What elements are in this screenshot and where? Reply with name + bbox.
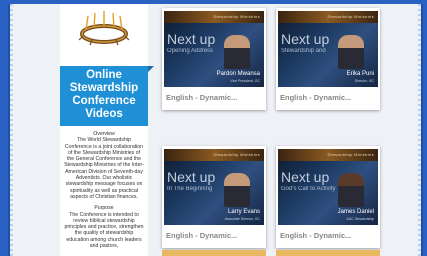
video-subtitle: Opening Address xyxy=(167,48,214,54)
conference-title-banner: Online Stewardship Conference Videos xyxy=(60,66,154,126)
speaker-photo xyxy=(338,35,364,69)
speaker-photo xyxy=(224,173,250,207)
sidebar-description: Overview The World Stewardship Conferenc… xyxy=(64,131,144,254)
purpose-text: The Conference is intended to review bib… xyxy=(64,211,144,250)
speaker-name: Larry Evans xyxy=(227,209,260,215)
purpose-heading: Purpose xyxy=(94,205,114,212)
video-caption-link[interactable]: English - Dynamic... xyxy=(280,93,351,102)
speaker-name: Pardon Mwansa xyxy=(216,71,260,77)
overview-heading: Overview xyxy=(93,131,115,137)
video-subtitle: Stewardship and xyxy=(281,48,326,54)
thumbnail-brand: Stewardship Ministries xyxy=(213,152,260,157)
speaker-name: James Daniel xyxy=(337,209,374,215)
video-thumbnail[interactable]: Stewardship Ministries Next up In The Be… xyxy=(164,149,264,225)
video-card-2[interactable]: Stewardship Ministries Next up Stewardsh… xyxy=(276,8,380,110)
video-thumbnail[interactable]: Stewardship Ministries Next up Opening A… xyxy=(164,11,264,87)
next-up-label: Next up xyxy=(281,31,330,47)
thumbnail-brand: Stewardship Ministries xyxy=(213,14,260,19)
video-card-4[interactable]: Stewardship Ministries Next up God's Cal… xyxy=(276,146,380,248)
banner-line-4: Videos xyxy=(85,108,123,120)
video-caption-link[interactable]: English - Dynamic... xyxy=(166,231,237,240)
video-caption-link[interactable]: English - Dynamic... xyxy=(166,93,237,102)
thumbnail-brand: Stewardship Ministries xyxy=(327,152,374,157)
video-caption-link[interactable]: English - Dynamic... xyxy=(280,231,351,240)
left-border-decoration xyxy=(10,4,13,256)
video-card-3[interactable]: Stewardship Ministries Next up In The Be… xyxy=(162,146,266,248)
overview-text: The World Stewardship Conference is a jo… xyxy=(64,137,144,200)
video-subtitle: In The Beginning xyxy=(167,186,213,192)
video-card-5-partial[interactable] xyxy=(162,250,266,256)
video-subtitle: God's Call to Activity xyxy=(281,186,336,192)
video-card-1[interactable]: Stewardship Ministries Next up Opening A… xyxy=(162,8,266,110)
crown-of-thorns-logo xyxy=(78,11,130,46)
banner-line-3: Conference xyxy=(72,95,136,107)
speaker-role: AUC Stewardship xyxy=(346,217,374,221)
next-up-label: Next up xyxy=(167,31,216,47)
thumbnail-brand: Stewardship Ministries xyxy=(327,14,374,19)
next-up-label: Next up xyxy=(167,169,216,185)
sidebar: Online Stewardship Conference Videos Ove… xyxy=(60,4,154,256)
speaker-name: Erika Puni xyxy=(346,71,374,77)
speaker-photo xyxy=(338,173,364,207)
video-thumbnail[interactable]: Stewardship Ministries Next up God's Cal… xyxy=(278,149,378,225)
video-card-6-partial[interactable] xyxy=(276,250,380,256)
banner-line-1: Online xyxy=(86,69,122,81)
banner-line-2: Stewardship xyxy=(69,82,139,94)
next-up-label: Next up xyxy=(281,169,330,185)
right-border-decoration xyxy=(418,4,421,256)
speaker-role: Director, GC xyxy=(354,79,374,83)
video-thumbnail[interactable]: Stewardship Ministries Next up Stewardsh… xyxy=(278,11,378,87)
speaker-role: Associate Director, GC xyxy=(224,217,260,221)
speaker-photo xyxy=(224,35,250,69)
speaker-role: Vice President, GC xyxy=(230,79,260,83)
